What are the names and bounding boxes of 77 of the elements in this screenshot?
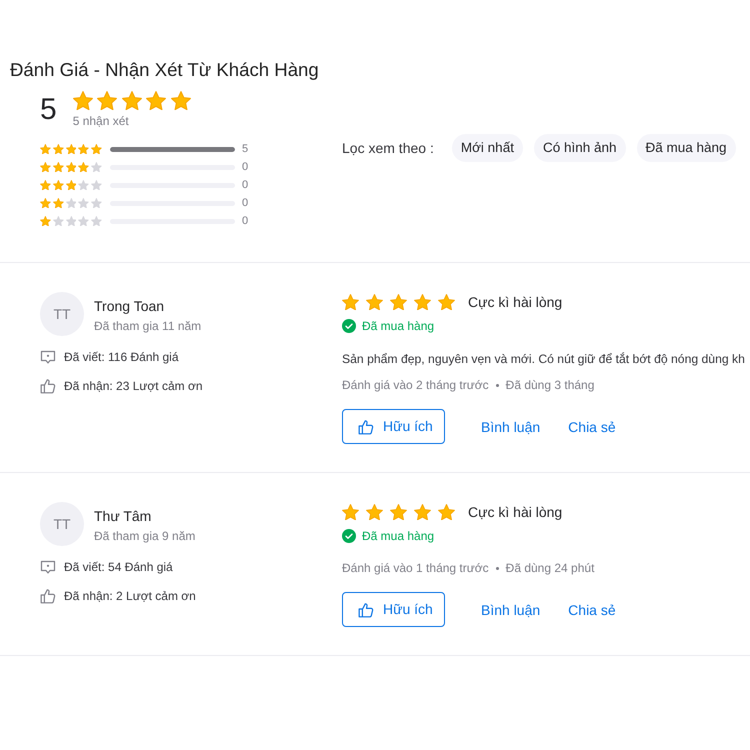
separator-dot-icon xyxy=(496,566,499,570)
star-icon xyxy=(146,91,166,110)
reviewer-stat: Đã nhận: 23 Lượt cảm ơn xyxy=(64,378,203,396)
star-icon xyxy=(366,504,383,520)
reviewer-stat: Đã viết: 116 Đánh giá xyxy=(64,349,179,366)
star-icon xyxy=(97,91,118,110)
rating-count: 0 xyxy=(242,178,248,192)
helpful-button[interactable]: Hữu ích xyxy=(342,592,445,628)
star-icon xyxy=(91,144,102,154)
action-link[interactable]: Bình luận xyxy=(481,600,540,619)
star-icon xyxy=(122,91,142,110)
thumbs-up-icon xyxy=(358,418,374,435)
comment-icon xyxy=(40,350,56,365)
star-icon xyxy=(414,294,431,310)
star-icon xyxy=(72,91,93,110)
filter-chip[interactable]: Đã mua hàng xyxy=(636,134,736,162)
thumbs-up-icon xyxy=(40,588,56,604)
star-icon xyxy=(52,198,64,208)
action-link[interactable]: Bình luận xyxy=(481,418,540,436)
thumbs-up-icon xyxy=(358,602,374,618)
star-icon xyxy=(414,504,431,520)
rating-count: 0 xyxy=(242,160,248,174)
filter-chip[interactable]: Có hình ảnh xyxy=(534,134,626,162)
usage-duration: Đã dùng 24 phút xyxy=(506,560,594,578)
star-icon xyxy=(438,294,455,310)
filter-label: Lọc xem theo : xyxy=(342,138,434,158)
star-icon xyxy=(66,180,76,190)
star-icon xyxy=(390,294,407,310)
action-link[interactable]: Chia sẻ xyxy=(568,418,616,436)
average-score: 5 xyxy=(40,92,57,128)
usage-duration: Đã dùng 3 tháng xyxy=(506,377,594,394)
join-duration: Đã tham gia 11 năm xyxy=(94,318,202,336)
filter-chip[interactable]: Mới nhất xyxy=(452,134,523,162)
separator-dot-icon xyxy=(496,384,499,387)
purchase-status: Đã mua hàng xyxy=(362,528,434,546)
thumbs-up-icon xyxy=(40,378,56,394)
rating-count: 0 xyxy=(242,196,248,210)
review-text: Sản phẩm đẹp, nguyên vẹn và mới. Có nút giữ để tắt bớt độ nóng dùng kh xyxy=(342,351,745,368)
star-icon xyxy=(438,504,455,520)
star-icon xyxy=(170,91,191,110)
star-icon xyxy=(40,144,51,154)
star-icon xyxy=(342,504,359,520)
join-duration: Đã tham gia 9 năm xyxy=(94,528,196,546)
star-icon xyxy=(40,216,51,226)
helpful-button[interactable]: Hữu ích xyxy=(342,409,445,444)
review-headline: Cực kì hài lòng xyxy=(468,293,562,312)
star-icon xyxy=(78,162,90,172)
star-icon xyxy=(66,144,76,154)
avatar: TT xyxy=(40,292,84,336)
comment-icon xyxy=(40,560,56,575)
avatar: TT xyxy=(40,502,84,546)
rating-count: 0 xyxy=(242,214,248,228)
check-circle-icon xyxy=(342,529,356,544)
star-icon xyxy=(52,144,64,154)
reviewer-name: Trong Toan xyxy=(94,297,166,316)
star-icon xyxy=(342,294,359,310)
star-icon xyxy=(52,162,64,172)
star-icon xyxy=(40,180,51,190)
star-icon xyxy=(66,162,76,172)
star-icon xyxy=(52,180,64,190)
section-title: Đánh Giá - Nhận Xét Từ Khách Hàng xyxy=(10,58,319,82)
reviewer-name: Thư Tâm xyxy=(94,507,152,526)
star-icon xyxy=(366,294,383,310)
star-icon xyxy=(390,504,407,520)
reviewer-stat: Đã nhận: 2 Lượt cảm ơn xyxy=(64,588,196,606)
review-date: Đánh giá vào 1 tháng trước xyxy=(342,560,489,578)
review-count: 5 nhận xét xyxy=(72,113,130,130)
check-circle-icon xyxy=(342,319,356,334)
review-headline: Cực kì hài lòng xyxy=(468,503,562,522)
action-link[interactable]: Chia sẻ xyxy=(568,600,616,619)
review-date: Đánh giá vào 2 tháng trước xyxy=(342,377,489,394)
star-icon xyxy=(40,198,51,208)
star-icon xyxy=(40,162,51,172)
star-icon xyxy=(78,144,90,154)
reviewer-stat: Đã viết: 54 Đánh giá xyxy=(64,559,173,576)
purchase-status: Đã mua hàng xyxy=(362,318,434,336)
rating-count: 5 xyxy=(242,142,248,156)
